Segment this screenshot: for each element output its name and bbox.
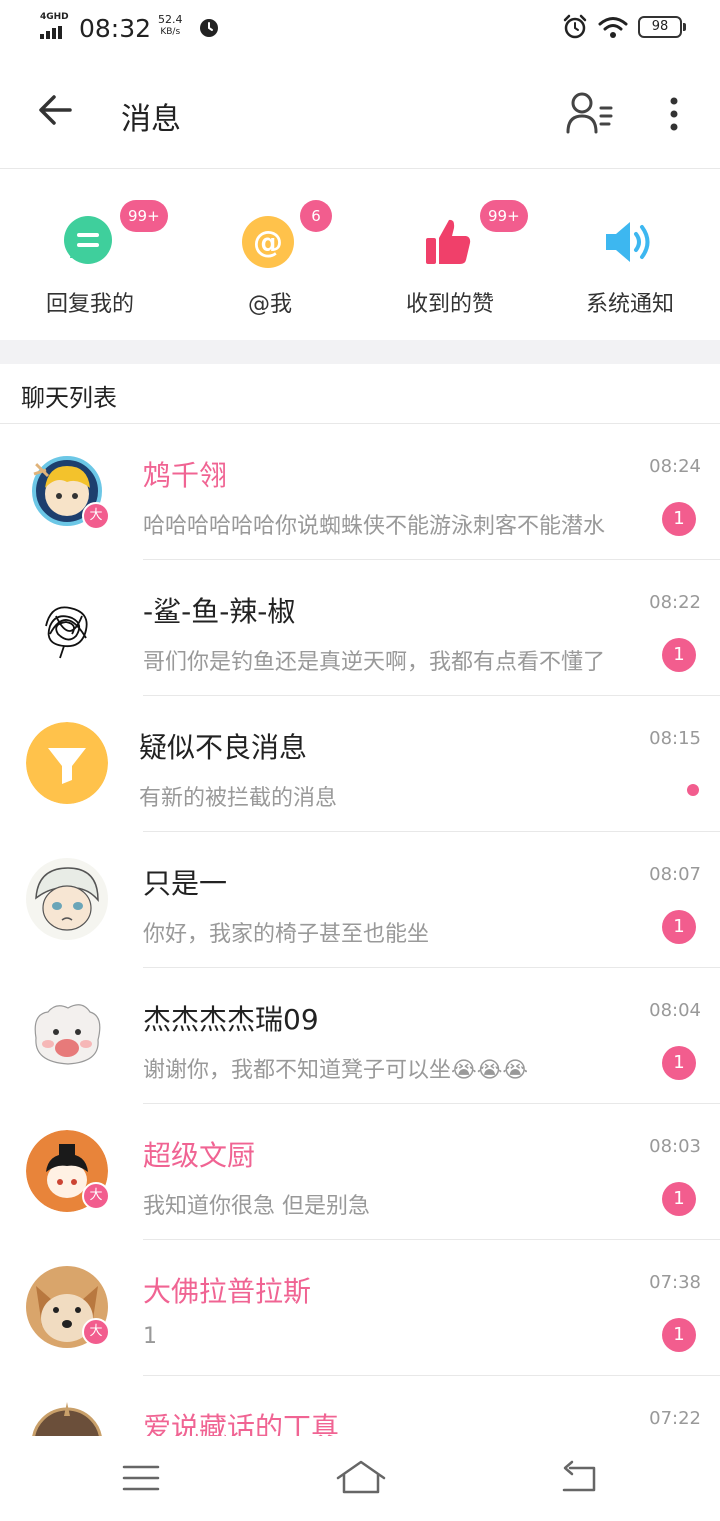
unread-badge: 1	[662, 1318, 696, 1352]
user-avatar	[26, 1402, 108, 1436]
vip-badge: 大	[82, 502, 110, 530]
likes-badge: 99+	[480, 200, 528, 232]
chat-last-message: 我知道你很急 但是别急	[143, 1194, 370, 1219]
section-divider	[0, 340, 720, 364]
system-notice-label: 系统通知	[585, 292, 674, 317]
chat-last-message: 哈哈哈哈哈哈你说蜘蛛侠不能游泳刺客不能潜水	[143, 514, 606, 539]
more-vertical-icon[interactable]	[660, 94, 688, 134]
chat-time: 08:24	[649, 456, 701, 477]
mention-me-label: @我	[247, 292, 292, 317]
chat-item[interactable]: 大 鸩千翎 哈哈哈哈哈哈你说蜘蛛侠不能游泳刺客不能潜水 08:24 1	[0, 424, 720, 560]
chat-last-message: 1	[143, 1324, 157, 1349]
at-icon: @	[242, 216, 294, 268]
chat-item[interactable]: -鲨-鱼-辣-椒 哥们你是钓鱼还是真逆天啊，我都有点看不懂了 08:22 1	[0, 560, 720, 696]
system-notice-button[interactable]: 系统通知	[540, 170, 720, 340]
chat-last-message: 谢谢你，我都不知道凳子可以坐😭😭😭	[143, 1058, 529, 1083]
chat-time: 08:15	[649, 728, 701, 749]
signal-icon: 4GHD	[40, 12, 72, 40]
chat-item[interactable]: 大 大佛拉普拉斯 1 07:38 1	[0, 1240, 720, 1376]
status-bar: 4GHD 08:32 52.4 KB/s 98	[0, 0, 720, 58]
received-likes-label: 收到的赞	[405, 292, 494, 317]
message-categories: 99+ 回复我的 @ 6 @我 99+ 收到的赞 系统通知	[0, 170, 720, 340]
menu-icon[interactable]	[120, 1462, 162, 1494]
battery-icon: 98	[638, 16, 686, 38]
chat-name: 鸩千翎	[143, 459, 228, 492]
chat-list-title: 聊天列表	[21, 384, 117, 412]
unread-badge: 1	[662, 638, 696, 672]
vip-badge: 大	[82, 1318, 110, 1346]
reply-to-me-label: 回复我的	[45, 292, 134, 317]
user-avatar	[26, 586, 108, 668]
page-title: 消息	[121, 102, 181, 137]
thumbs-up-icon	[426, 219, 471, 264]
chat-last-message: 哥们你是钓鱼还是真逆天啊，我都有点看不懂了	[143, 650, 606, 675]
chat-time: 08:03	[649, 1136, 701, 1157]
system-nav-bar	[0, 1436, 720, 1521]
network-type: 4GHD	[40, 12, 69, 22]
back-arrow-icon[interactable]	[36, 90, 76, 130]
network-speed: 52.4 KB/s	[158, 14, 183, 38]
unread-badge: 1	[662, 1182, 696, 1216]
unread-badge: 1	[662, 1046, 696, 1080]
filter-icon	[26, 722, 108, 804]
battery-level: 98	[651, 19, 669, 34]
speaker-icon	[606, 222, 650, 262]
app-header: 消息	[0, 58, 720, 169]
alarm-clock-icon	[200, 19, 218, 37]
chat-name: 大佛拉普拉斯	[143, 1275, 312, 1308]
speed-value: 52.4	[158, 13, 183, 26]
status-time: 08:32	[79, 14, 152, 43]
chat-name: 爱说藏话的丁真	[143, 1411, 340, 1436]
received-likes-button[interactable]: 99+ 收到的赞	[360, 170, 540, 340]
chat-time: 08:04	[649, 1000, 701, 1021]
mention-badge: 6	[300, 200, 332, 232]
chat-last-message: 你好，我家的椅子甚至也能坐	[143, 922, 430, 947]
alarm-icon	[563, 14, 587, 39]
user-avatar	[26, 994, 108, 1076]
chat-item-filtered[interactable]: 疑似不良消息 有新的被拦截的消息 08:15	[0, 696, 720, 832]
chat-last-message: 有新的被拦截的消息	[139, 786, 338, 811]
chat-list: 大 鸩千翎 哈哈哈哈哈哈你说蜘蛛侠不能游泳刺客不能潜水 08:24 1 -鲨-鱼…	[0, 424, 720, 1436]
contacts-icon[interactable]	[565, 90, 613, 136]
nav-back-icon[interactable]	[558, 1460, 600, 1496]
svg-text:@: @	[253, 225, 283, 260]
chat-time: 08:07	[649, 864, 701, 885]
reply-to-me-button[interactable]: 99+ 回复我的	[0, 170, 180, 340]
unread-dot	[687, 784, 699, 796]
chat-name: 超级文厨	[143, 1139, 256, 1172]
unread-badge: 1	[662, 910, 696, 944]
chat-time: 07:38	[649, 1272, 701, 1293]
chat-item[interactable]: 大 超级文厨 我知道你很急 但是别急 08:03 1	[0, 1104, 720, 1240]
chat-name: 杰杰杰杰瑞09	[143, 1003, 319, 1036]
chat-name: 疑似不良消息	[139, 731, 308, 764]
home-icon[interactable]	[334, 1458, 388, 1498]
comment-icon	[64, 216, 112, 264]
chat-item[interactable]: 杰杰杰杰瑞09 谢谢你，我都不知道凳子可以坐😭😭😭 08:04 1	[0, 968, 720, 1104]
user-avatar	[26, 858, 108, 940]
chat-name: 只是一	[143, 867, 228, 900]
wifi-icon	[598, 17, 628, 38]
speed-unit: KB/s	[160, 27, 181, 37]
chat-item[interactable]: 只是一 你好，我家的椅子甚至也能坐 08:07 1	[0, 832, 720, 968]
unread-badge: 1	[662, 502, 696, 536]
mention-me-button[interactable]: @ 6 @我	[180, 170, 360, 340]
chat-item[interactable]: 爱说藏话的丁真 07:22	[0, 1376, 720, 1436]
chat-time: 08:22	[649, 592, 701, 613]
chat-name: -鲨-鱼-辣-椒	[143, 595, 296, 628]
vip-badge: 大	[82, 1182, 110, 1210]
reply-badge: 99+	[120, 200, 168, 232]
chat-time: 07:22	[649, 1408, 701, 1429]
